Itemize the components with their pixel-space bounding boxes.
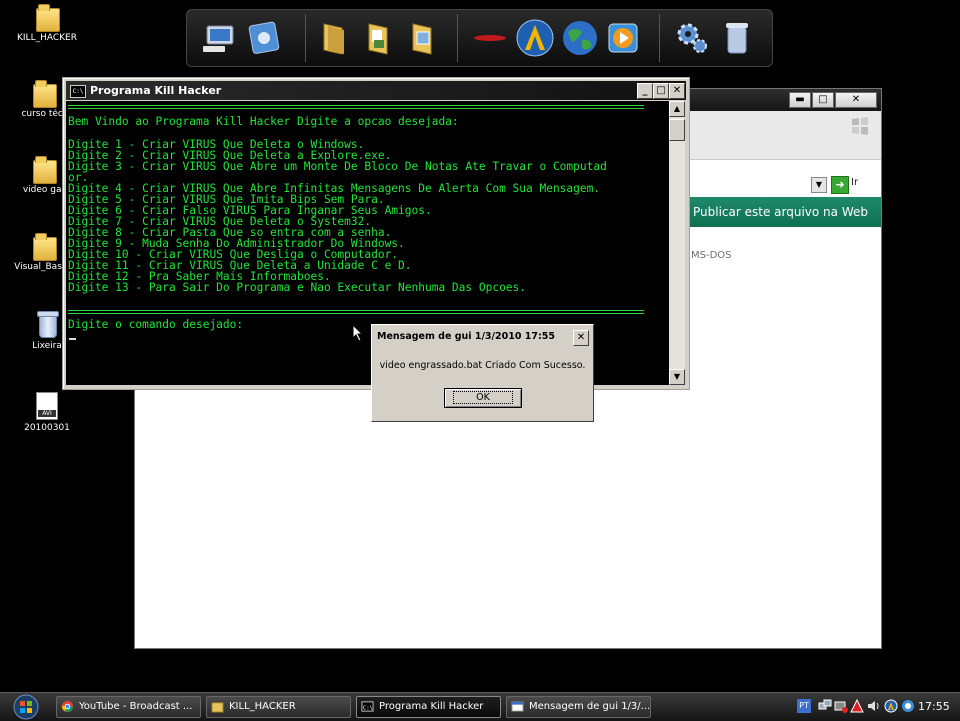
console-rule-top	[68, 105, 644, 109]
console-title: Programa Kill Hacker	[90, 84, 222, 97]
explorer-minimize-button[interactable]: ▬	[789, 92, 811, 108]
address-bar[interactable]: ▼ ➜ Ir	[685, 175, 881, 195]
go-label[interactable]: Ir	[851, 177, 858, 188]
taskbar-item-label: KILL_HACKER	[229, 701, 296, 712]
red-bar-icon[interactable]	[470, 18, 510, 58]
desktop-icon-label: 20100301	[24, 423, 70, 433]
console-rule-bottom	[68, 310, 644, 314]
windows-logo-icon	[852, 117, 868, 135]
folder-icon	[33, 80, 57, 108]
taskbar-item-mensagem[interactable]: Mensagem de gui 1/3/...	[506, 696, 651, 718]
publish-web-task[interactable]: Publicar este arquivo na Web	[685, 197, 881, 227]
volume-icon[interactable]	[866, 699, 880, 713]
language-indicator[interactable]: PT	[797, 699, 811, 713]
window-icon	[511, 701, 524, 712]
dialog-titlebar[interactable]: Mensagem de gui 1/3/2010 17:55 ✕	[374, 327, 591, 347]
console-scrollbar[interactable]: ▲ ▼	[669, 101, 685, 385]
security-alert-icon[interactable]	[850, 699, 864, 713]
pictures-icon[interactable]	[403, 18, 443, 58]
console-prompt: Digite o comando desejado:	[68, 318, 244, 331]
globe-icon[interactable]	[560, 18, 600, 58]
recycle-bin-icon	[37, 310, 59, 338]
text-cursor	[69, 338, 76, 340]
taskbar-item-label: YouTube - Broadcast ...	[79, 701, 193, 712]
explorer-maximize-button[interactable]: □	[812, 92, 834, 108]
console-titlebar[interactable]: C:\ Programa Kill Hacker _ □ ✕	[66, 81, 686, 100]
scroll-up-arrow-icon[interactable]: ▲	[669, 101, 685, 117]
message-dialog[interactable]: Mensagem de gui 1/3/2010 17:55 ✕ video e…	[371, 324, 594, 422]
mouse-pointer-icon	[352, 324, 364, 342]
console-option: Digite 13 - Para Sair Do Programa e Nao …	[68, 281, 527, 294]
computer-icon[interactable]	[199, 18, 239, 58]
dock-separator	[305, 14, 306, 62]
folder-icon	[33, 233, 57, 261]
avast-tray-icon[interactable]	[884, 699, 898, 713]
avast-icon[interactable]	[515, 18, 555, 58]
console-minimize-button[interactable]: _	[637, 83, 653, 99]
avi-badge: AVI	[38, 410, 56, 417]
documents-icon[interactable]	[359, 18, 399, 58]
desktop-icon-label: KILL_HACKER	[17, 33, 77, 43]
dialog-title: Mensagem de gui 1/3/2010 17:55	[377, 331, 555, 342]
file-type-text: MS-DOS	[691, 250, 732, 261]
settings-gears-icon[interactable]	[672, 18, 712, 58]
recycle-bin-icon[interactable]	[717, 18, 757, 58]
dock-separator	[659, 14, 660, 62]
chrome-icon	[61, 700, 74, 713]
media-player-icon[interactable]	[603, 18, 643, 58]
system-clock[interactable]: 17:55	[918, 693, 950, 721]
desktop-icon-kill-hacker[interactable]: KILL_HACKER	[7, 4, 87, 43]
dialog-close-button[interactable]: ✕	[573, 330, 589, 346]
taskbar-item-label: Mensagem de gui 1/3/...	[529, 701, 651, 712]
taskbar: YouTube - Broadcast ... KILL_HACKER C:\ …	[0, 692, 960, 721]
network-error-icon[interactable]	[834, 699, 848, 713]
explorer-toolbar	[685, 111, 881, 160]
ok-button-label: OK	[453, 391, 513, 404]
cmd-icon: C:\	[70, 85, 86, 98]
taskbar-item-kill-hacker-folder[interactable]: KILL_HACKER	[206, 696, 351, 718]
taskbar-item-youtube[interactable]: YouTube - Broadcast ...	[56, 696, 201, 718]
start-button[interactable]	[4, 694, 44, 720]
folder-icon[interactable]	[314, 18, 354, 58]
console-option: Digite 3 - Criar VIRUS Que Abre um Monte…	[68, 160, 607, 173]
console-welcome: Bem Vindo ao Programa Kill Hacker Digite…	[68, 115, 459, 128]
network-icon[interactable]	[818, 699, 832, 713]
folder-icon	[211, 702, 224, 713]
ok-button[interactable]: OK	[444, 388, 522, 408]
console-close-button[interactable]: ✕	[669, 83, 685, 99]
application-dock	[186, 9, 773, 67]
avi-file-icon: AVI	[36, 392, 58, 420]
explorer-close-button[interactable]: ✕	[835, 92, 877, 108]
dialog-message: video engrassado.bat Criado Com Sucesso.	[379, 360, 586, 371]
folder-icon	[36, 4, 60, 32]
taskbar-item-programa-kill-hacker[interactable]: C:\ Programa Kill Hacker	[356, 696, 501, 718]
tray-app-icon[interactable]	[901, 699, 915, 713]
control-panel-icon[interactable]	[243, 18, 283, 58]
desktop-icon-20100301[interactable]: AVI 20100301	[7, 392, 87, 433]
cmd-icon: C:\	[361, 701, 374, 712]
dock-separator	[457, 14, 458, 62]
go-arrow-icon[interactable]: ➜	[831, 176, 849, 194]
scroll-thumb[interactable]	[669, 119, 685, 141]
address-dropdown-button[interactable]: ▼	[811, 177, 827, 193]
taskbar-item-label: Programa Kill Hacker	[379, 701, 484, 712]
console-maximize-button[interactable]: □	[653, 83, 669, 99]
svg-text:C:\: C:\	[363, 705, 373, 711]
folder-icon	[33, 156, 57, 184]
scroll-down-arrow-icon[interactable]: ▼	[669, 369, 685, 385]
